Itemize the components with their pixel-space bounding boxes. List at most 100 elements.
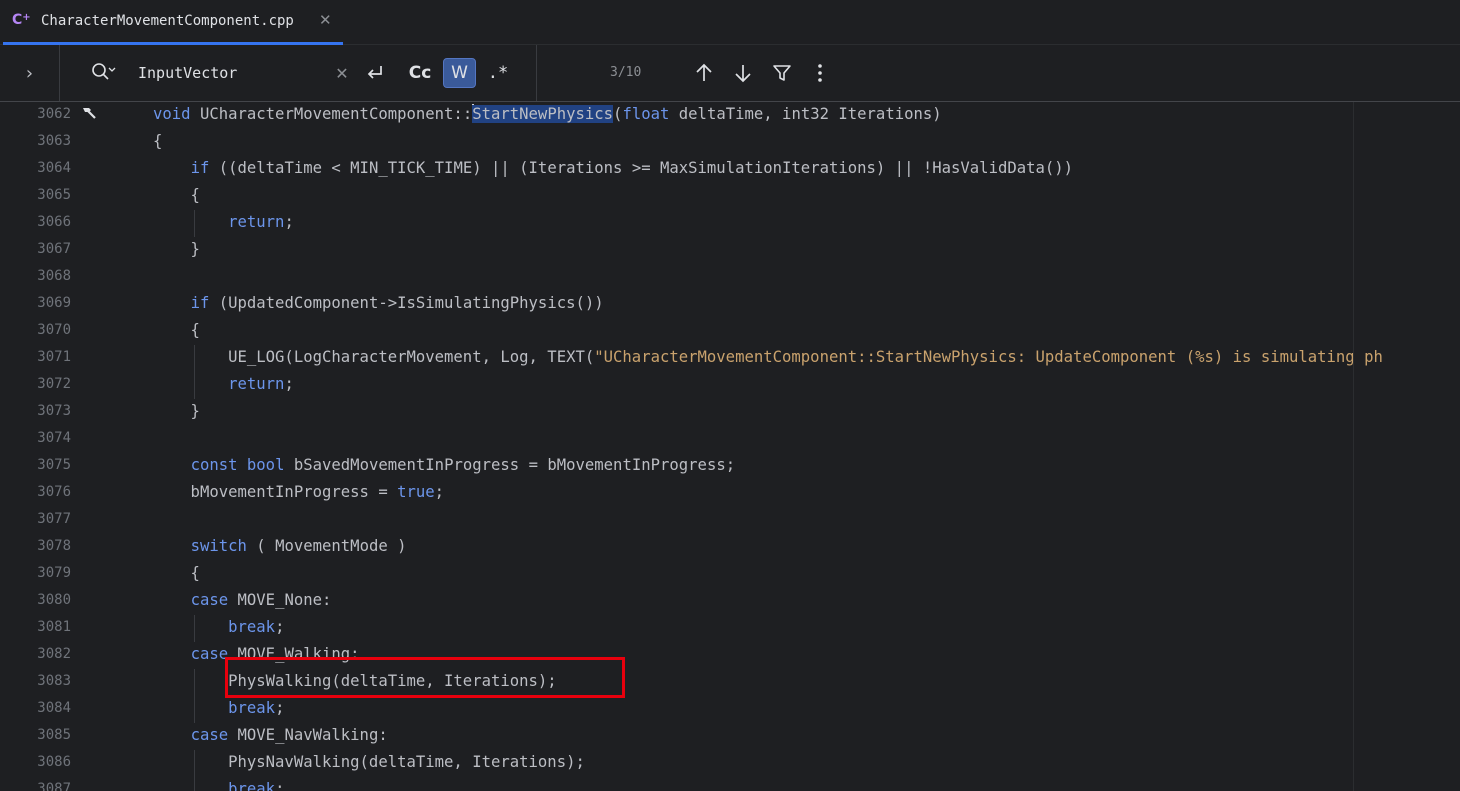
selected-token: StartNewPhysics [472, 105, 614, 123]
code-line[interactable]: 3078 switch ( MovementMode ) [0, 533, 1460, 560]
new-line-icon[interactable] [360, 58, 390, 88]
code-line[interactable]: 3081 break; [0, 614, 1460, 641]
code-line[interactable]: 3084 break; [0, 695, 1460, 722]
keyword-token: return [228, 375, 285, 393]
code-text: { [153, 182, 200, 209]
code-line[interactable]: 3083 PhysWalking(deltaTime, Iterations); [0, 668, 1460, 695]
file-tab[interactable]: C+ CharacterMovementComponent.cpp ✕ [3, 0, 343, 45]
keyword-token: case [190, 591, 229, 609]
code-token: ; [434, 483, 445, 501]
indent-guide [194, 750, 195, 791]
code-token: ( MovementMode ) [246, 537, 407, 555]
code-token: bSavedMovementInProgress = bMovementInPr… [284, 456, 736, 474]
code-line[interactable]: 3077 [0, 506, 1460, 533]
code-line[interactable]: 3065 { [0, 182, 1460, 209]
code-line[interactable]: 3085 case MOVE_NavWalking: [0, 722, 1460, 749]
next-occurrence-icon[interactable] [729, 58, 757, 88]
regex-button[interactable]: .* [484, 58, 512, 88]
line-number: 3084 [37, 700, 71, 716]
keyword-token: true [397, 483, 435, 501]
search-input[interactable] [138, 62, 318, 84]
code-line[interactable]: 3072 return; [0, 371, 1460, 398]
code-line[interactable]: 3063 { [0, 128, 1460, 155]
file-tab-label: CharacterMovementComponent.cpp [41, 13, 294, 29]
code-line[interactable]: 3076 bMovementInProgress = true; [0, 479, 1460, 506]
close-tab-icon[interactable]: ✕ [319, 11, 332, 29]
code-line[interactable]: 3087 break; [0, 776, 1460, 791]
line-number: 3070 [37, 322, 71, 338]
keyword-token: case [190, 726, 229, 744]
code-text: UE_LOG(LogCharacterMovement, Log, TEXT("… [153, 344, 1383, 371]
code-line[interactable]: 3066 return; [0, 209, 1460, 236]
code-line[interactable]: 3071 UE_LOG(LogCharacterMovement, Log, T… [0, 344, 1460, 371]
code-line[interactable]: 3082 case MOVE_Walking: [0, 641, 1460, 668]
code-line[interactable]: 3086 PhysNavWalking(deltaTime, Iteration… [0, 749, 1460, 776]
line-number: 3083 [37, 673, 71, 689]
line-number: 3062 [37, 106, 71, 122]
code-line[interactable]: 3073 } [0, 398, 1460, 425]
line-number: 3069 [37, 295, 71, 311]
code-token: bMovementInProgress = [153, 483, 398, 501]
filter-icon[interactable] [768, 58, 796, 88]
match-case-button[interactable]: Cc [404, 58, 436, 88]
code-token: UE_LOG(LogCharacterMovement, Log, TEXT( [153, 348, 595, 366]
code-token: ; [284, 375, 294, 393]
keyword-token: if [190, 159, 210, 177]
code-line[interactable]: 3062 void UCharacterMovementComponent::St… [0, 102, 1460, 128]
code-text: } [153, 236, 200, 263]
keyword-token: bool [246, 456, 285, 474]
code-editor[interactable]: 3087 break; 3086 PhysNavWalking(deltaTime… [0, 102, 1460, 791]
line-number: 3065 [37, 187, 71, 203]
code-line[interactable]: 3074 [0, 425, 1460, 452]
keyword-token: return [228, 213, 285, 231]
code-text: void UCharacterMovementComponent::StartN… [153, 102, 942, 128]
code-text: { [153, 560, 200, 587]
previous-occurrence-icon[interactable] [690, 58, 718, 88]
editor-tab-bar: C+ CharacterMovementComponent.cpp ✕ [0, 0, 1460, 45]
code-text: { [153, 128, 162, 155]
code-line[interactable]: 3068 [0, 263, 1460, 290]
code-token: ((deltaTime < MIN_TICK_TIME) || (Iterati… [209, 159, 1074, 177]
code-line[interactable]: 3069 if (UpdatedComponent->IsSimulatingP… [0, 290, 1460, 317]
more-options-icon[interactable] [808, 58, 832, 88]
expand-replace-chevron-icon[interactable]: › [0, 45, 60, 101]
code-line[interactable]: 3075 const bool bSavedMovementInProgress… [0, 452, 1460, 479]
indent-guide [194, 669, 195, 723]
code-line[interactable]: 3067 } [0, 236, 1460, 263]
code-line[interactable]: 3064 if ((deltaTime < MIN_TICK_TIME) || … [0, 155, 1460, 182]
code-line[interactable]: 3079 { [0, 560, 1460, 587]
match-count: 3/10 [610, 65, 642, 80]
keyword-token: break [228, 618, 276, 636]
line-number: 3081 [37, 619, 71, 635]
code-text: switch ( MovementMode ) [153, 533, 407, 560]
code-text: const bool bSavedMovementInProgress = bM… [153, 452, 736, 479]
code-line[interactable]: 3080 case MOVE_None: [0, 587, 1460, 614]
code-text: return; [153, 209, 294, 236]
code-line[interactable]: 3070 { [0, 317, 1460, 344]
line-number: 3073 [37, 403, 71, 419]
code-token: } [153, 402, 200, 420]
hammer-icon[interactable] [80, 105, 98, 127]
line-number: 3074 [37, 430, 71, 446]
cpp-file-icon: C+ [12, 12, 31, 28]
keyword-token: if [190, 294, 210, 312]
code-text: break; [153, 776, 284, 791]
code-token: { [153, 132, 163, 150]
code-text: return; [153, 371, 294, 398]
code-token: deltaTime, int32 Iterations) [669, 105, 942, 123]
search-history-icon[interactable] [89, 60, 117, 88]
code-token: { [153, 321, 200, 339]
line-number: 3066 [37, 214, 71, 230]
code-token: (UpdatedComponent->IsSimulatingPhysics()… [209, 294, 604, 312]
whole-words-button[interactable]: W [443, 58, 476, 88]
keyword-token: break [228, 699, 276, 717]
code-token: ; [284, 213, 294, 231]
clear-search-icon[interactable]: ✕ [330, 58, 354, 88]
code-token: { [153, 186, 200, 204]
line-number: 3087 [37, 781, 71, 791]
